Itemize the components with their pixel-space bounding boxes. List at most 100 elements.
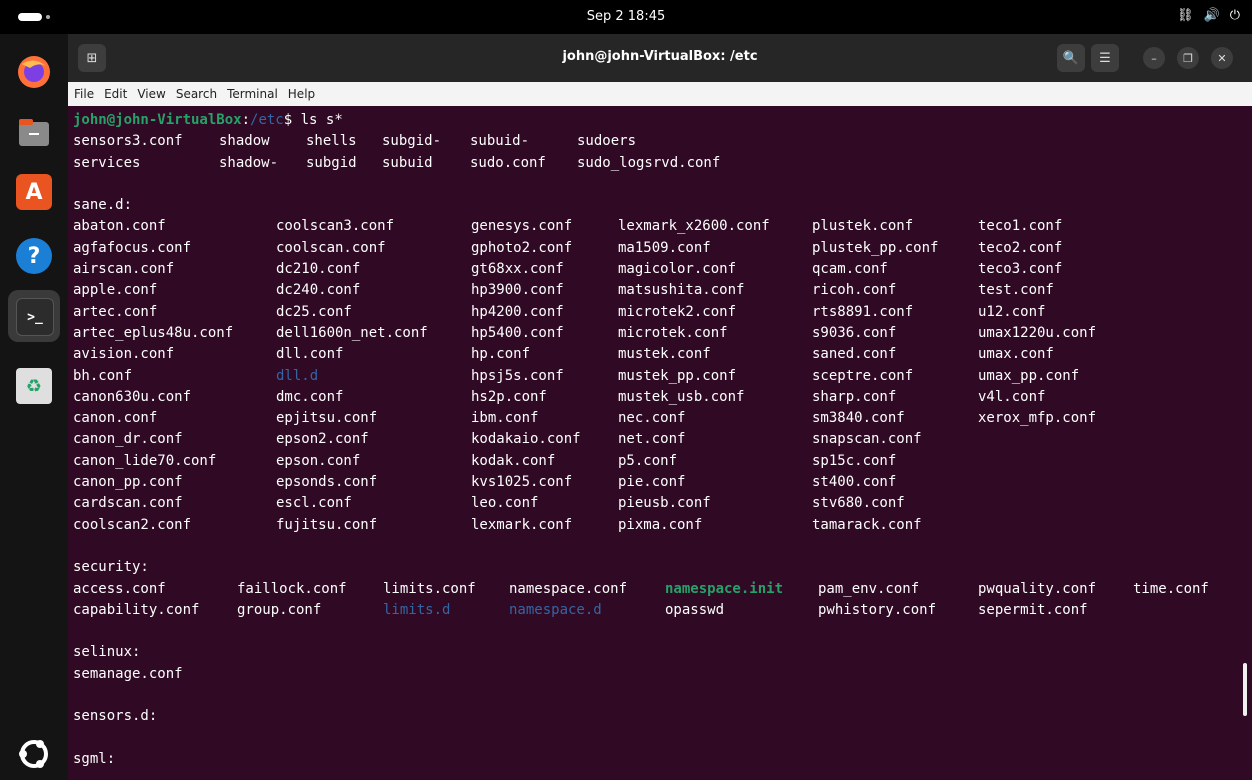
prompt-line: john@john-VirtualBox:/etc $ ls s*: [73, 110, 1233, 131]
new-tab-button[interactable]: ⊞: [78, 44, 106, 72]
file-entry: artec_eplus48u.conf: [73, 324, 234, 341]
ls-row: access.conf faillock.conf limits.conf names…: [73, 579, 1233, 600]
close-icon: ✕: [1217, 51, 1227, 65]
search-button[interactable]: 🔍: [1057, 44, 1085, 72]
show-apps-icon[interactable]: [14, 734, 54, 774]
menu-search[interactable]: Search: [176, 87, 223, 101]
file-entry: stv680.conf: [812, 495, 905, 512]
file-entry: s9036.conf: [812, 324, 897, 341]
file-entry: limits.conf: [383, 580, 476, 597]
dock-firefox[interactable]: [8, 46, 60, 98]
minimize-button[interactable]: –: [1143, 47, 1165, 69]
file-entry: u12.conf: [978, 303, 1046, 320]
ls-row: abaton.conf coolscan3.conf genesys.conf lex…: [73, 216, 1233, 237]
workspace-pill[interactable]: [18, 13, 42, 21]
dock-files[interactable]: [8, 106, 60, 158]
menu-file[interactable]: File: [74, 87, 100, 101]
file-entry: subuid: [382, 154, 433, 171]
file-entry: sp15c.conf: [812, 452, 897, 469]
file-entry: sudoers: [577, 133, 637, 150]
file-entry: tamarack.conf: [812, 516, 922, 533]
file-entry: subuid-: [470, 133, 530, 150]
clock[interactable]: Sep 2 18:45: [587, 9, 666, 24]
network-icon[interactable]: ⛓: [1177, 8, 1194, 23]
file-entry: p5.conf: [618, 452, 678, 469]
file-entry: coolscan.conf: [276, 239, 386, 256]
file-entry: rts8891.conf: [812, 303, 914, 320]
ls-row: cardscan.conf escl.conf leo.conf pieusb.con…: [73, 493, 1233, 514]
file-entry: lexmark_x2600.conf: [618, 218, 770, 235]
ls-row: canon_lide70.conf epson.conf kodak.conf p5.…: [73, 451, 1233, 472]
file-entry: hpsj5s.conf: [471, 367, 564, 384]
file-entry: test.conf: [978, 282, 1054, 299]
file-entry: dc240.conf: [276, 282, 361, 299]
directory-entry: namespace.d: [509, 601, 602, 618]
directory-entry: dll.d: [276, 367, 319, 384]
menu-help[interactable]: Help: [288, 87, 321, 101]
folder-icon: [16, 114, 52, 150]
section-header: sensors.d:: [73, 706, 1233, 727]
dock-app-center[interactable]: A: [8, 166, 60, 218]
file-entry: umax1220u.conf: [978, 324, 1097, 341]
terminal-output[interactable]: john@john-VirtualBox:/etc $ ls s* sensors3…: [73, 110, 1233, 780]
file-entry: teco1.conf: [978, 218, 1063, 235]
file-entry: capability.conf: [73, 601, 200, 618]
file-entry: umax_pp.conf: [978, 367, 1080, 384]
power-icon[interactable]: ⏻: [1230, 8, 1240, 23]
file-entry: teco2.conf: [978, 239, 1063, 256]
file-entry: dc25.conf: [276, 303, 352, 320]
file-entry: subgid-: [382, 133, 442, 150]
file-entry: hp4200.conf: [471, 303, 564, 320]
trash-icon: ♻: [16, 368, 52, 404]
file-entry: snapscan.conf: [812, 431, 922, 448]
file-entry: apple.conf: [73, 282, 158, 299]
file-entry: sensors3.conf: [73, 133, 183, 150]
file-entry: namespace.init: [665, 580, 784, 597]
system-tray[interactable]: ⛓ 🔊 ⏻: [1177, 8, 1240, 23]
file-entry: epson.conf: [276, 452, 361, 469]
file-entry: services: [73, 154, 141, 171]
volume-icon[interactable]: 🔊: [1204, 8, 1220, 23]
maximize-icon: ❐: [1183, 51, 1193, 65]
help-icon: ?: [16, 238, 52, 274]
file-entry: mustek_usb.conf: [618, 388, 745, 405]
file-entry: gt68xx.conf: [471, 261, 564, 278]
dock-trash[interactable]: ♻: [8, 360, 60, 412]
dock-help[interactable]: ?: [8, 230, 60, 282]
menu-view[interactable]: View: [137, 87, 171, 101]
file-entry: group.conf: [237, 601, 322, 618]
maximize-button[interactable]: ❐: [1177, 47, 1199, 69]
ls-row: apple.conf dc240.conf hp3900.conf matsushit…: [73, 280, 1233, 301]
file-entry: saned.conf: [812, 346, 897, 363]
workspace-dot[interactable]: [46, 15, 50, 19]
file-entry: v4l.conf: [978, 388, 1046, 405]
top-bar: Sep 2 18:45 ⛓ 🔊 ⏻: [0, 0, 1252, 34]
file-entry: umax.conf: [978, 346, 1054, 363]
scrollbar[interactable]: [1243, 663, 1247, 716]
file-entry: shadow: [219, 133, 270, 150]
file-entry: ibm.conf: [471, 410, 539, 427]
file-entry: dc210.conf: [276, 261, 361, 278]
activities-indicator[interactable]: [18, 12, 50, 22]
dock-terminal[interactable]: >_: [8, 290, 60, 342]
file-entry: faillock.conf: [237, 580, 347, 597]
menu-edit[interactable]: Edit: [104, 87, 133, 101]
file-entry: kodak.conf: [471, 452, 556, 469]
menu-terminal[interactable]: Terminal: [227, 87, 284, 101]
file-entry: qcam.conf: [812, 261, 888, 278]
menu-button[interactable]: ☰: [1091, 44, 1119, 72]
file-entry: fujitsu.conf: [276, 516, 378, 533]
file-entry: access.conf: [73, 580, 166, 597]
ls-row: canon.conf epjitsu.conf ibm.conf nec.conf sm…: [73, 408, 1233, 429]
file-entry: ricoh.conf: [812, 282, 897, 299]
file-entry: epsonds.conf: [276, 474, 378, 491]
dock: A ? >_ ♻: [0, 34, 68, 780]
file-entry: pixma.conf: [618, 516, 703, 533]
terminal-icon: >_: [16, 298, 54, 336]
app-center-icon: A: [16, 174, 52, 210]
ls-row: canon630u.conf dmc.conf hs2p.conf mustek_us…: [73, 387, 1233, 408]
ls-row: artec.conf dc25.conf hp4200.conf microtek2.…: [73, 302, 1233, 323]
close-button[interactable]: ✕: [1211, 47, 1233, 69]
file-entry: pam_env.conf: [818, 580, 920, 597]
